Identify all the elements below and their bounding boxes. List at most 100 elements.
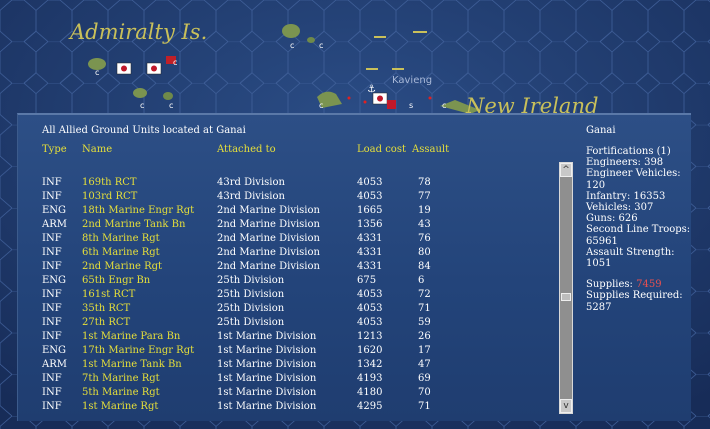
guns-text: Guns: 626 <box>586 213 638 225</box>
unit-row[interactable]: INF 1st Marine Para Bn 1st Marine Division… <box>18 330 458 344</box>
unit-name[interactable]: 169th RCT <box>82 176 137 190</box>
unit-flag-marker[interactable] <box>146 62 162 75</box>
unit-row[interactable]: ARM 2nd Marine Tank Bn 2nd Marine Division… <box>18 218 458 232</box>
column-header-attached[interactable]: Attached to <box>217 144 276 155</box>
unit-load: 4295 <box>357 401 383 412</box>
unit-type: INF <box>42 373 62 384</box>
unit-type: INF <box>42 401 62 412</box>
unit-row[interactable]: INF 2nd Marine Rgt 2nd Marine Division 4331… <box>18 260 458 274</box>
panel-title: All Allied Ground Units located at Ganai <box>42 125 246 136</box>
unit-load: 4053 <box>357 191 383 202</box>
base-glyph: s <box>409 101 413 110</box>
unit-assault: 43 <box>418 219 431 230</box>
unit-name[interactable]: 161st RCT <box>82 288 135 302</box>
fortifications-text: Fortifications (1) <box>586 146 671 157</box>
base-glyph: c <box>95 68 99 77</box>
vehicles-text: Vehicles: 307 <box>586 202 654 214</box>
unit-name[interactable]: 2nd Marine Rgt <box>82 260 162 274</box>
unit-assault: 6 <box>418 275 425 286</box>
unit-assault: 77 <box>418 191 431 202</box>
svg-text:⚓: ⚓ <box>367 84 376 95</box>
base-glyph: c <box>173 58 177 67</box>
unit-load: 675 <box>357 275 377 286</box>
unit-row[interactable]: INF 27th RCT 25th Division 4053 59 <box>18 316 458 330</box>
unit-row[interactable]: INF 103rd RCT 43rd Division 4053 77 <box>18 190 458 204</box>
column-header-assault[interactable]: Assault <box>412 144 449 155</box>
unit-row[interactable]: INF 161st RCT 25th Division 4053 72 <box>18 288 458 302</box>
unit-assault: 26 <box>418 331 431 342</box>
unit-attached: 25th Division <box>217 303 285 314</box>
map-label-kavieng: Kavieng <box>392 75 433 86</box>
unit-type: INF <box>42 387 62 398</box>
unit-name[interactable]: 17th Marine Engr Rgt <box>82 344 194 358</box>
unit-row[interactable]: INF 7th Marine Rgt 1st Marine Division 4193… <box>18 372 458 386</box>
base-glyph: c <box>442 101 446 110</box>
unit-load: 1665 <box>357 205 383 216</box>
unit-name[interactable]: 1st Marine Rgt <box>82 400 158 414</box>
base-glyph: c <box>319 41 323 50</box>
unit-type: ENG <box>42 345 67 356</box>
unit-assault: 19 <box>418 205 431 216</box>
unit-row[interactable]: ENG 18th Marine Engr Rgt 2nd Marine Divisi… <box>18 204 458 218</box>
unit-assault: 71 <box>418 401 431 412</box>
unit-name[interactable]: 6th Marine Rgt <box>82 246 160 260</box>
column-header-load[interactable]: Load cost <box>357 144 406 155</box>
unit-name[interactable]: 103rd RCT <box>82 190 137 204</box>
unit-attached: 2nd Marine Division <box>217 261 320 272</box>
unit-name[interactable]: 35th RCT <box>82 302 130 316</box>
unit-type: INF <box>42 303 62 314</box>
unit-type: INF <box>42 177 62 188</box>
infantry-text: Infantry: 16353 <box>586 190 666 202</box>
unit-flag-marker[interactable] <box>116 62 132 75</box>
unit-row[interactable]: INF 1st Marine Rgt 1st Marine Division 4295… <box>18 400 458 414</box>
unit-name[interactable]: 8th Marine Rgt <box>82 232 160 246</box>
unit-name[interactable]: 5th Marine Rgt <box>82 386 160 400</box>
unit-type: ARM <box>42 219 67 230</box>
unit-row[interactable]: INF 169th RCT 43rd Division 4053 78 <box>18 176 458 190</box>
unit-name[interactable]: 1st Marine Tank Bn <box>82 358 182 372</box>
location-name: Ganai <box>586 125 616 136</box>
unit-load: 1620 <box>357 345 383 356</box>
unit-attached: 1st Marine Division <box>217 331 317 342</box>
unit-name[interactable]: 18th Marine Engr Rgt <box>82 204 194 218</box>
unit-type: INF <box>42 317 62 328</box>
engineers-text: Engineers: 398 <box>586 157 664 169</box>
unit-type: INF <box>42 233 62 244</box>
unit-attached: 1st Marine Division <box>217 373 317 384</box>
scroll-thumb[interactable] <box>561 293 571 301</box>
supplies-line: Supplies: 7459 <box>586 279 691 290</box>
unit-assault: 59 <box>418 317 431 328</box>
unit-row[interactable]: INF 6th Marine Rgt 2nd Marine Division 4331… <box>18 246 458 260</box>
unit-row[interactable]: ARM 1st Marine Tank Bn 1st Marine Division… <box>18 358 458 372</box>
scroll-up-button[interactable]: ^ <box>560 163 572 177</box>
unit-load: 1342 <box>357 359 383 370</box>
unit-assault: 71 <box>418 303 431 314</box>
unit-assault: 47 <box>418 359 431 370</box>
unit-row[interactable]: ENG 65th Engr Bn 25th Division 675 6 <box>18 274 458 288</box>
unit-type: INF <box>42 261 62 272</box>
unit-name[interactable]: 1st Marine Para Bn <box>82 330 180 344</box>
unit-list-scrollbar[interactable]: ^ v <box>559 162 573 414</box>
unit-name[interactable]: 65th Engr Bn <box>82 274 150 288</box>
unit-load: 4331 <box>357 247 383 258</box>
unit-attached: 1st Marine Division <box>217 359 317 370</box>
unit-load: 4193 <box>357 373 383 384</box>
unit-assault: 84 <box>418 261 431 272</box>
unit-row[interactable]: INF 5th Marine Rgt 1st Marine Division 4180… <box>18 386 458 400</box>
unit-load: 4053 <box>357 177 383 188</box>
unit-assault: 80 <box>418 247 431 258</box>
column-header-type[interactable]: Type <box>42 144 67 155</box>
ground-units-panel: All Allied Ground Units located at Ganai… <box>17 113 691 421</box>
unit-name[interactable]: 7th Marine Rgt <box>82 372 160 386</box>
unit-row[interactable]: ENG 17th Marine Engr Rgt 1st Marine Divisi… <box>18 344 458 358</box>
unit-name[interactable]: 2nd Marine Tank Bn <box>82 218 185 232</box>
column-header-name[interactable]: Name <box>82 144 112 155</box>
unit-assault: 76 <box>418 233 431 244</box>
scroll-down-button[interactable]: v <box>560 399 572 413</box>
unit-attached: 1st Marine Division <box>217 387 317 398</box>
base-glyph: c <box>169 101 173 110</box>
unit-name[interactable]: 27th RCT <box>82 316 130 330</box>
unit-row[interactable]: INF 35th RCT 25th Division 4053 71 <box>18 302 458 316</box>
base-glyph: c <box>290 41 294 50</box>
unit-row[interactable]: INF 8th Marine Rgt 2nd Marine Division 4331… <box>18 232 458 246</box>
